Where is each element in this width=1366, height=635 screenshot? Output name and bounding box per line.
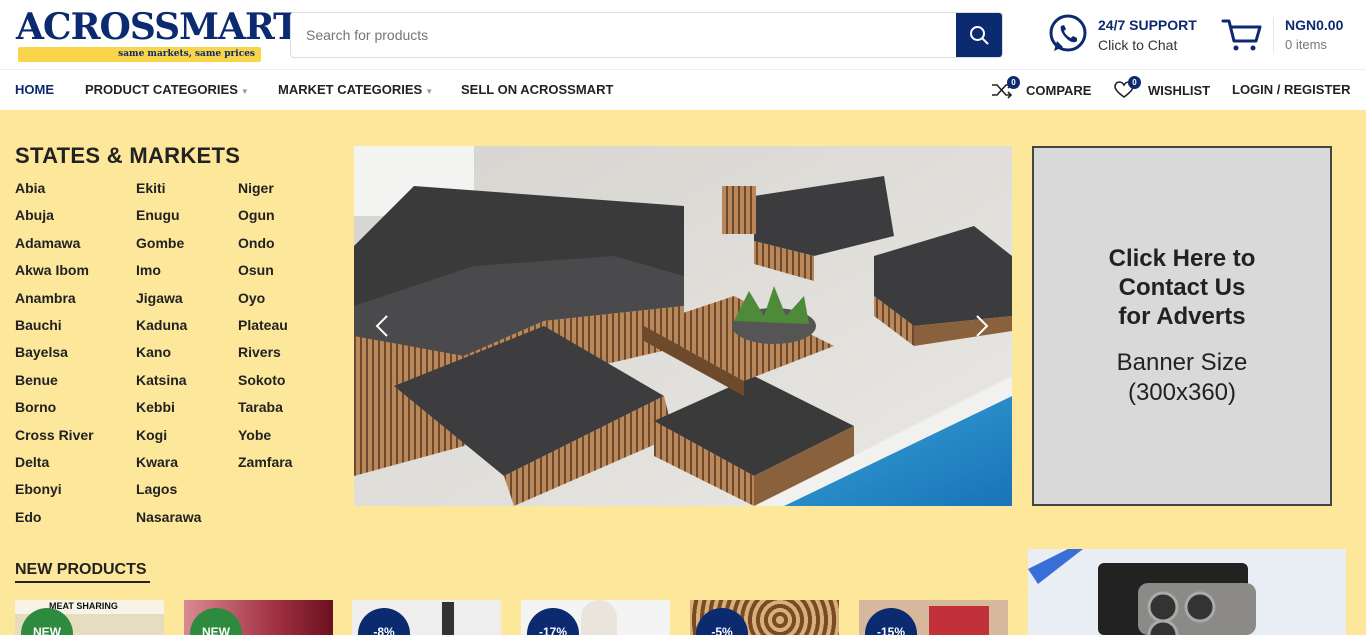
main-nav: HOME PRODUCT CATEGORIES ▼ MARKET CATEGORI…	[0, 70, 1366, 110]
state-link[interactable]: Kebbi	[136, 399, 201, 426]
site-logo[interactable]: ACROSSMART same markets, same prices	[16, 8, 300, 62]
state-link[interactable]: Osun	[238, 262, 292, 289]
compare-count-badge: 0	[1007, 76, 1020, 89]
state-link[interactable]: Jigawa	[136, 290, 201, 317]
state-link[interactable]: Zamfara	[238, 454, 292, 481]
chevron-left-icon[interactable]	[368, 311, 398, 341]
state-link[interactable]: Kwara	[136, 454, 201, 481]
state-link[interactable]: Bauchi	[15, 317, 94, 344]
product-card[interactable]: MEAT SHARING NEW	[15, 600, 164, 635]
state-link[interactable]: Abia	[15, 180, 94, 207]
nav-product-categories-label: PRODUCT CATEGORIES	[85, 82, 238, 97]
product-image	[442, 602, 454, 635]
states-markets-title: STATES & MARKETS	[15, 143, 241, 168]
nav-compare[interactable]: 0 COMPARE	[991, 76, 1092, 102]
state-link[interactable]: Edo	[15, 509, 94, 536]
state-link[interactable]: Ogun	[238, 207, 292, 234]
search-button[interactable]	[956, 13, 1002, 57]
state-link[interactable]: Delta	[15, 454, 94, 481]
advert-size: Banner Size (300x360)	[1116, 349, 1248, 406]
nav-market-categories[interactable]: MARKET CATEGORIES ▼	[278, 82, 433, 97]
support-chat[interactable]: 24/7 SUPPORT Click to Chat	[1047, 13, 1207, 57]
state-link[interactable]: Benue	[15, 372, 94, 399]
state-link[interactable]: Adamawa	[15, 235, 94, 262]
state-link[interactable]: Yobe	[238, 427, 292, 454]
product-badge: -17%	[527, 608, 579, 635]
phone-image	[1028, 549, 1346, 635]
product-image	[581, 600, 617, 635]
state-link[interactable]: Rivers	[238, 344, 292, 371]
product-image	[929, 606, 989, 635]
new-products-title: NEW PRODUCTS	[15, 561, 147, 578]
state-link[interactable]: Imo	[136, 262, 201, 289]
state-link[interactable]: Kaduna	[136, 317, 201, 344]
state-link[interactable]: Borno	[15, 399, 94, 426]
product-badge: -8%	[358, 608, 410, 635]
support-subtitle: Click to Chat	[1098, 37, 1178, 53]
product-card[interactable]: -15%	[859, 600, 1008, 635]
cart-item-count: 0 items	[1285, 37, 1327, 52]
product-card[interactable]: -5%	[690, 600, 839, 635]
nav-home[interactable]: HOME	[15, 82, 54, 97]
state-link[interactable]: Gombe	[136, 235, 201, 262]
state-link[interactable]: Sokoto	[238, 372, 292, 399]
state-link[interactable]: Enugu	[136, 207, 201, 234]
state-link[interactable]: Anambra	[15, 290, 94, 317]
phone-advert[interactable]	[1028, 549, 1346, 635]
hero-sofa-image	[354, 146, 1012, 506]
logo-tagline: same markets, same prices	[18, 47, 261, 62]
wishlist-count-badge: 0	[1128, 76, 1141, 89]
state-link[interactable]: Ondo	[238, 235, 292, 262]
state-link[interactable]: Lagos	[136, 481, 201, 508]
product-badge: NEW	[21, 608, 73, 635]
state-link[interactable]: Abuja	[15, 207, 94, 234]
state-link[interactable]: Plateau	[238, 317, 292, 344]
nav-product-categories[interactable]: PRODUCT CATEGORIES ▼	[85, 82, 249, 97]
product-card[interactable]: NEW	[184, 600, 333, 635]
state-link[interactable]: Oyo	[238, 290, 292, 317]
cart-total: NGN0.00	[1285, 17, 1344, 33]
nav-compare-label: COMPARE	[1026, 82, 1092, 98]
product-card[interactable]: -8%	[352, 600, 501, 635]
state-link[interactable]: Niger	[238, 180, 292, 207]
state-link[interactable]: Nasarawa	[136, 509, 201, 536]
nav-market-categories-label: MARKET CATEGORIES	[278, 82, 423, 97]
logo-wordmark: ACROSSMART	[16, 6, 300, 48]
state-link[interactable]: Ebonyi	[15, 481, 94, 508]
state-link[interactable]: Cross River	[15, 427, 94, 454]
mini-cart[interactable]: NGN0.00 0 items	[1221, 13, 1356, 57]
nav-sell[interactable]: SELL ON ACROSSMART	[461, 82, 613, 97]
state-link[interactable]: Taraba	[238, 399, 292, 426]
product-badge: -15%	[865, 608, 917, 635]
chevron-down-icon: ▼	[425, 87, 434, 96]
support-title: 24/7 SUPPORT	[1098, 17, 1197, 33]
site-header: ACROSSMART same markets, same prices 24/…	[0, 0, 1366, 70]
state-link[interactable]: Kano	[136, 344, 201, 371]
search-input[interactable]	[291, 13, 956, 57]
nav-wishlist-label: WISHLIST	[1148, 82, 1211, 98]
new-products-underline	[15, 581, 150, 583]
cart-divider	[1273, 17, 1274, 53]
state-link[interactable]: Katsina	[136, 372, 201, 399]
chevron-right-icon[interactable]	[966, 311, 996, 341]
product-image-caption: MEAT SHARING	[49, 601, 118, 611]
search-icon	[970, 26, 989, 45]
nav-login-register[interactable]: LOGIN / REGISTER	[1232, 82, 1350, 97]
advert-heading: Click Here to Contact Us for Adverts	[1108, 245, 1256, 330]
states-column-2: Ekiti Enugu Gombe Imo Jigawa Kaduna Kano…	[136, 180, 201, 536]
product-card[interactable]: -17%	[521, 600, 670, 635]
state-link[interactable]: Kogi	[136, 427, 201, 454]
state-link[interactable]: Bayelsa	[15, 344, 94, 371]
search-bar	[290, 12, 1003, 58]
hero-slider[interactable]	[354, 146, 1012, 506]
chevron-down-icon: ▼	[240, 87, 249, 96]
state-link[interactable]: Ekiti	[136, 180, 201, 207]
states-column-1: Abia Abuja Adamawa Akwa Ibom Anambra Bau…	[15, 180, 94, 536]
advert-banner[interactable]: Click Here to Contact Us for Adverts Ban…	[1032, 146, 1332, 506]
state-link[interactable]: Akwa Ibom	[15, 262, 94, 289]
whatsapp-icon	[1049, 14, 1087, 52]
cart-icon	[1221, 19, 1262, 51]
nav-wishlist[interactable]: 0 WISHLIST	[1114, 76, 1211, 102]
states-column-3: Niger Ogun Ondo Osun Oyo Plateau Rivers …	[238, 180, 292, 481]
